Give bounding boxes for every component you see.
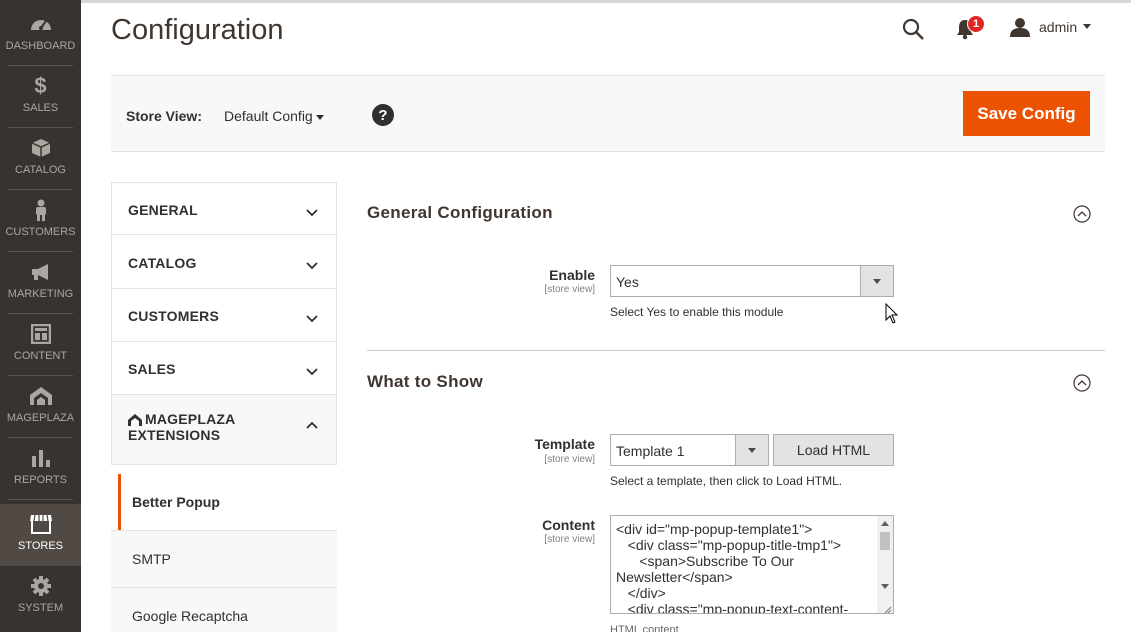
chevron-down-icon[interactable] — [316, 115, 324, 120]
content-note: HTML content — [610, 624, 679, 632]
sub-item-smtp[interactable]: SMTP — [111, 531, 337, 588]
scroll-up-icon[interactable] — [881, 521, 889, 526]
menu-label: MARKETING — [7, 288, 74, 300]
tab-label: SALES — [128, 361, 176, 377]
layout-icon — [29, 322, 53, 346]
menu-label: DASHBOARD — [5, 40, 76, 52]
menu-label: CATALOG — [15, 164, 66, 176]
sub-item-label: SMTP — [132, 551, 171, 567]
menu-item-mageplaza[interactable]: MAGEPLAZA — [0, 376, 81, 438]
menu-item-marketing[interactable]: MARKETING — [0, 252, 81, 314]
menu-item-dashboard[interactable]: DASHBOARD — [0, 4, 81, 66]
menu-item-stores[interactable]: STORES — [0, 504, 81, 566]
tab-general[interactable]: GENERAL — [111, 182, 337, 235]
load-html-button[interactable]: Load HTML — [773, 434, 894, 466]
enable-label: Enable — [549, 267, 595, 283]
enable-note: Select Yes to enable this module — [610, 305, 784, 319]
user-icon[interactable] — [1010, 17, 1030, 37]
collapse-icon[interactable] — [1073, 205, 1091, 223]
content-label: Content — [542, 517, 595, 533]
template-select[interactable]: Template 1 — [610, 434, 769, 466]
content-scope: [store view] — [544, 534, 595, 545]
section-divider — [367, 350, 1105, 351]
section-title-what-to-show[interactable]: What to Show — [367, 372, 483, 392]
section-title-general[interactable]: General Configuration — [367, 203, 553, 223]
gear-icon — [29, 574, 53, 598]
chevron-down-icon — [306, 363, 318, 376]
collapse-icon[interactable] — [1073, 374, 1091, 392]
menu-item-reports[interactable]: REPORTS — [0, 438, 81, 500]
store-icon — [29, 512, 53, 536]
sub-item-label: Better Popup — [132, 494, 220, 510]
search-icon[interactable] — [901, 17, 925, 41]
dashboard-icon — [29, 12, 53, 36]
menu-label: STORES — [17, 540, 64, 552]
textarea-scrollbar[interactable] — [877, 516, 893, 613]
resize-handle-icon[interactable] — [882, 602, 892, 613]
mouse-cursor-icon — [885, 302, 899, 325]
chevron-up-icon — [306, 416, 318, 429]
chevron-down-icon — [306, 257, 318, 270]
tab-customers[interactable]: CUSTOMERS — [111, 289, 337, 342]
sub-item-label: Google Recaptcha — [132, 608, 248, 624]
store-view-label: Store View: — [126, 108, 202, 124]
page-title: Configuration — [111, 14, 284, 46]
tab-label: MAGEPLAZA EXTENSIONS — [128, 411, 235, 443]
top-border — [0, 0, 1131, 3]
sub-item-google-recaptcha[interactable]: Google Recaptcha — [111, 588, 337, 632]
scroll-thumb[interactable] — [880, 532, 890, 550]
content-text[interactable]: <div id="mp-popup-template1"> <div class… — [616, 521, 874, 613]
menu-label: SYSTEM — [17, 602, 64, 614]
enable-scope: [store view] — [544, 284, 595, 295]
menu-label: SALES — [22, 102, 59, 114]
megaphone-icon — [29, 260, 53, 284]
template-note: Select a template, then click to Load HT… — [610, 474, 843, 488]
person-icon — [29, 198, 53, 222]
menu-label: MAGEPLAZA — [6, 412, 75, 424]
dollar-icon: $ — [34, 73, 47, 98]
menu-item-sales[interactable]: $ SALES — [0, 66, 81, 128]
tab-mageplaza-extensions[interactable]: MAGEPLAZA EXTENSIONS — [111, 395, 337, 465]
save-config-button[interactable]: Save Config — [963, 91, 1090, 136]
chevron-down-icon — [306, 204, 318, 217]
menu-item-content[interactable]: CONTENT — [0, 314, 81, 376]
menu-item-customers[interactable]: CUSTOMERS — [0, 190, 81, 252]
cube-icon — [29, 136, 53, 160]
menu-item-system[interactable]: SYSTEM — [0, 566, 81, 628]
store-view-switcher[interactable]: Default Config — [224, 108, 313, 124]
menu-label: REPORTS — [14, 474, 67, 486]
tab-label: CATALOG — [128, 255, 197, 271]
select-value: Yes — [616, 274, 639, 290]
select-value: Template 1 — [616, 443, 685, 459]
notification-badge[interactable]: 1 — [967, 15, 985, 33]
scroll-down-icon[interactable] — [881, 584, 889, 589]
config-tabs: GENERAL CATALOG CUSTOMERS SALES MAGEPLAZ… — [111, 182, 337, 632]
admin-menu: DASHBOARD $ SALES CATALOG CUSTOMERS MARK… — [0, 0, 81, 632]
chevron-down-icon[interactable] — [1083, 24, 1091, 29]
chevron-down-icon[interactable] — [735, 435, 768, 465]
user-name[interactable]: admin — [1039, 19, 1077, 35]
menu-item-catalog[interactable]: CATALOG — [0, 128, 81, 190]
chevron-down-icon[interactable] — [860, 266, 893, 296]
mageplaza-logo-icon — [29, 384, 53, 408]
tab-label: CUSTOMERS — [128, 308, 219, 324]
tab-label: GENERAL — [128, 202, 198, 218]
menu-label: CONTENT — [13, 350, 68, 362]
content-textarea[interactable]: <div id="mp-popup-template1"> <div class… — [610, 515, 894, 614]
bar-chart-icon — [29, 446, 53, 470]
store-view-bar: Store View: Default Config ? Save Config — [111, 75, 1105, 152]
tab-sales[interactable]: SALES — [111, 342, 337, 395]
template-label: Template — [534, 436, 595, 452]
tab-catalog[interactable]: CATALOG — [111, 236, 337, 289]
help-icon[interactable]: ? — [372, 104, 394, 126]
enable-select[interactable]: Yes — [610, 265, 894, 297]
chevron-down-icon — [306, 310, 318, 323]
sub-item-better-popup[interactable]: Better Popup — [111, 474, 337, 531]
template-scope: [store view] — [544, 454, 595, 465]
menu-label: CUSTOMERS — [5, 226, 76, 238]
